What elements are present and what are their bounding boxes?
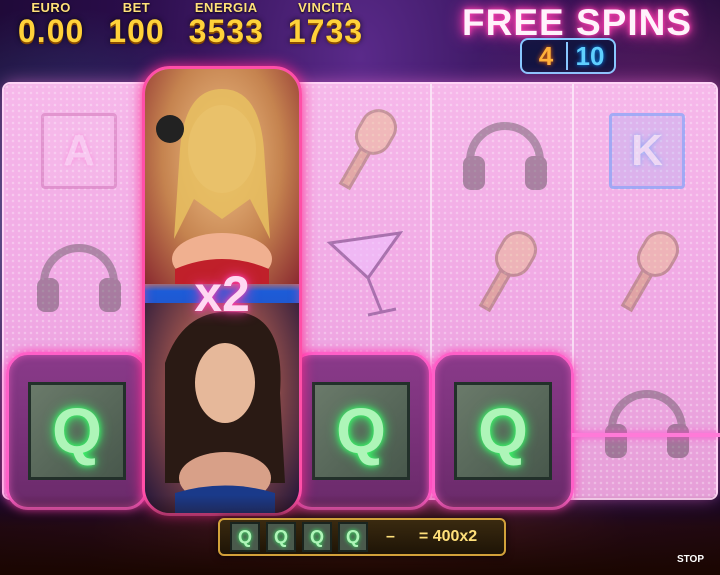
wild-multiplier: x2 (194, 266, 250, 322)
microphone-icon (478, 231, 537, 313)
paybar-win: = 400x2 (418, 528, 478, 545)
vincita-value: 1733 (287, 13, 364, 49)
euro-value: 0.00 (18, 13, 85, 49)
letter-k-tile: K (609, 113, 685, 189)
winning-q-symbol: Q (6, 352, 148, 510)
q-letter: Q (478, 395, 528, 467)
symbol-a: A (18, 92, 140, 210)
win-paybar: Q Q Q Q – = 400x2 (218, 518, 506, 556)
headphones-symbol (586, 360, 708, 478)
q-letter: Q (52, 395, 102, 467)
free-spins-counter: 4 10 (520, 38, 616, 74)
paybar-q-icon: Q (230, 522, 260, 552)
stop-button[interactable]: STOP (677, 554, 704, 565)
euro-stat: EURO 0.00 (18, 0, 84, 60)
energia-stat: ENERGIA 3533 (189, 0, 264, 60)
cocktail-symbol (304, 214, 426, 332)
letter-a-tile: A (41, 113, 117, 189)
symbol-k: K (586, 92, 708, 210)
cocktail-icon (326, 231, 404, 317)
q-tile: Q (454, 382, 552, 480)
free-spins-current: 4 (526, 42, 568, 70)
headphones-icon (37, 244, 121, 312)
headphones-symbol (18, 214, 140, 332)
headphones-icon (463, 122, 547, 190)
headphones-icon (605, 390, 689, 458)
q-tile: Q (312, 382, 410, 480)
microphone-icon (620, 231, 679, 313)
winning-q-symbol: Q (432, 352, 574, 510)
paybar-q-icon: Q (266, 522, 296, 552)
singer-portrait (156, 89, 272, 285)
microphone-symbol (304, 92, 426, 210)
free-spins-total: 10 (575, 41, 605, 71)
bet-stat[interactable]: BET 100 (108, 0, 164, 60)
q-letter: Q (336, 395, 386, 467)
win-line (572, 433, 720, 437)
energia-value: 3533 (188, 13, 264, 49)
wild-singer-brunette (145, 303, 299, 513)
wild-singer-blonde (145, 69, 299, 285)
paybar-q-icon: Q (338, 522, 368, 552)
vincita-stat: VINCITA 1733 (288, 0, 363, 60)
hud: EURO 0.00 BET 100 ENERGIA 3533 VINCITA 1… (18, 0, 363, 60)
microphone-symbol (586, 214, 708, 332)
winning-q-symbol: Q (290, 352, 432, 510)
singer-portrait (165, 311, 285, 513)
q-tile: Q (28, 382, 126, 480)
microphone-icon (338, 109, 397, 191)
headphones-symbol (444, 92, 566, 210)
paybar-dash: – (386, 528, 395, 545)
wild-reel: x2 (142, 66, 302, 516)
microphone-symbol (444, 214, 566, 332)
paybar-q-icon: Q (302, 522, 332, 552)
bet-value: 100 (108, 13, 165, 49)
